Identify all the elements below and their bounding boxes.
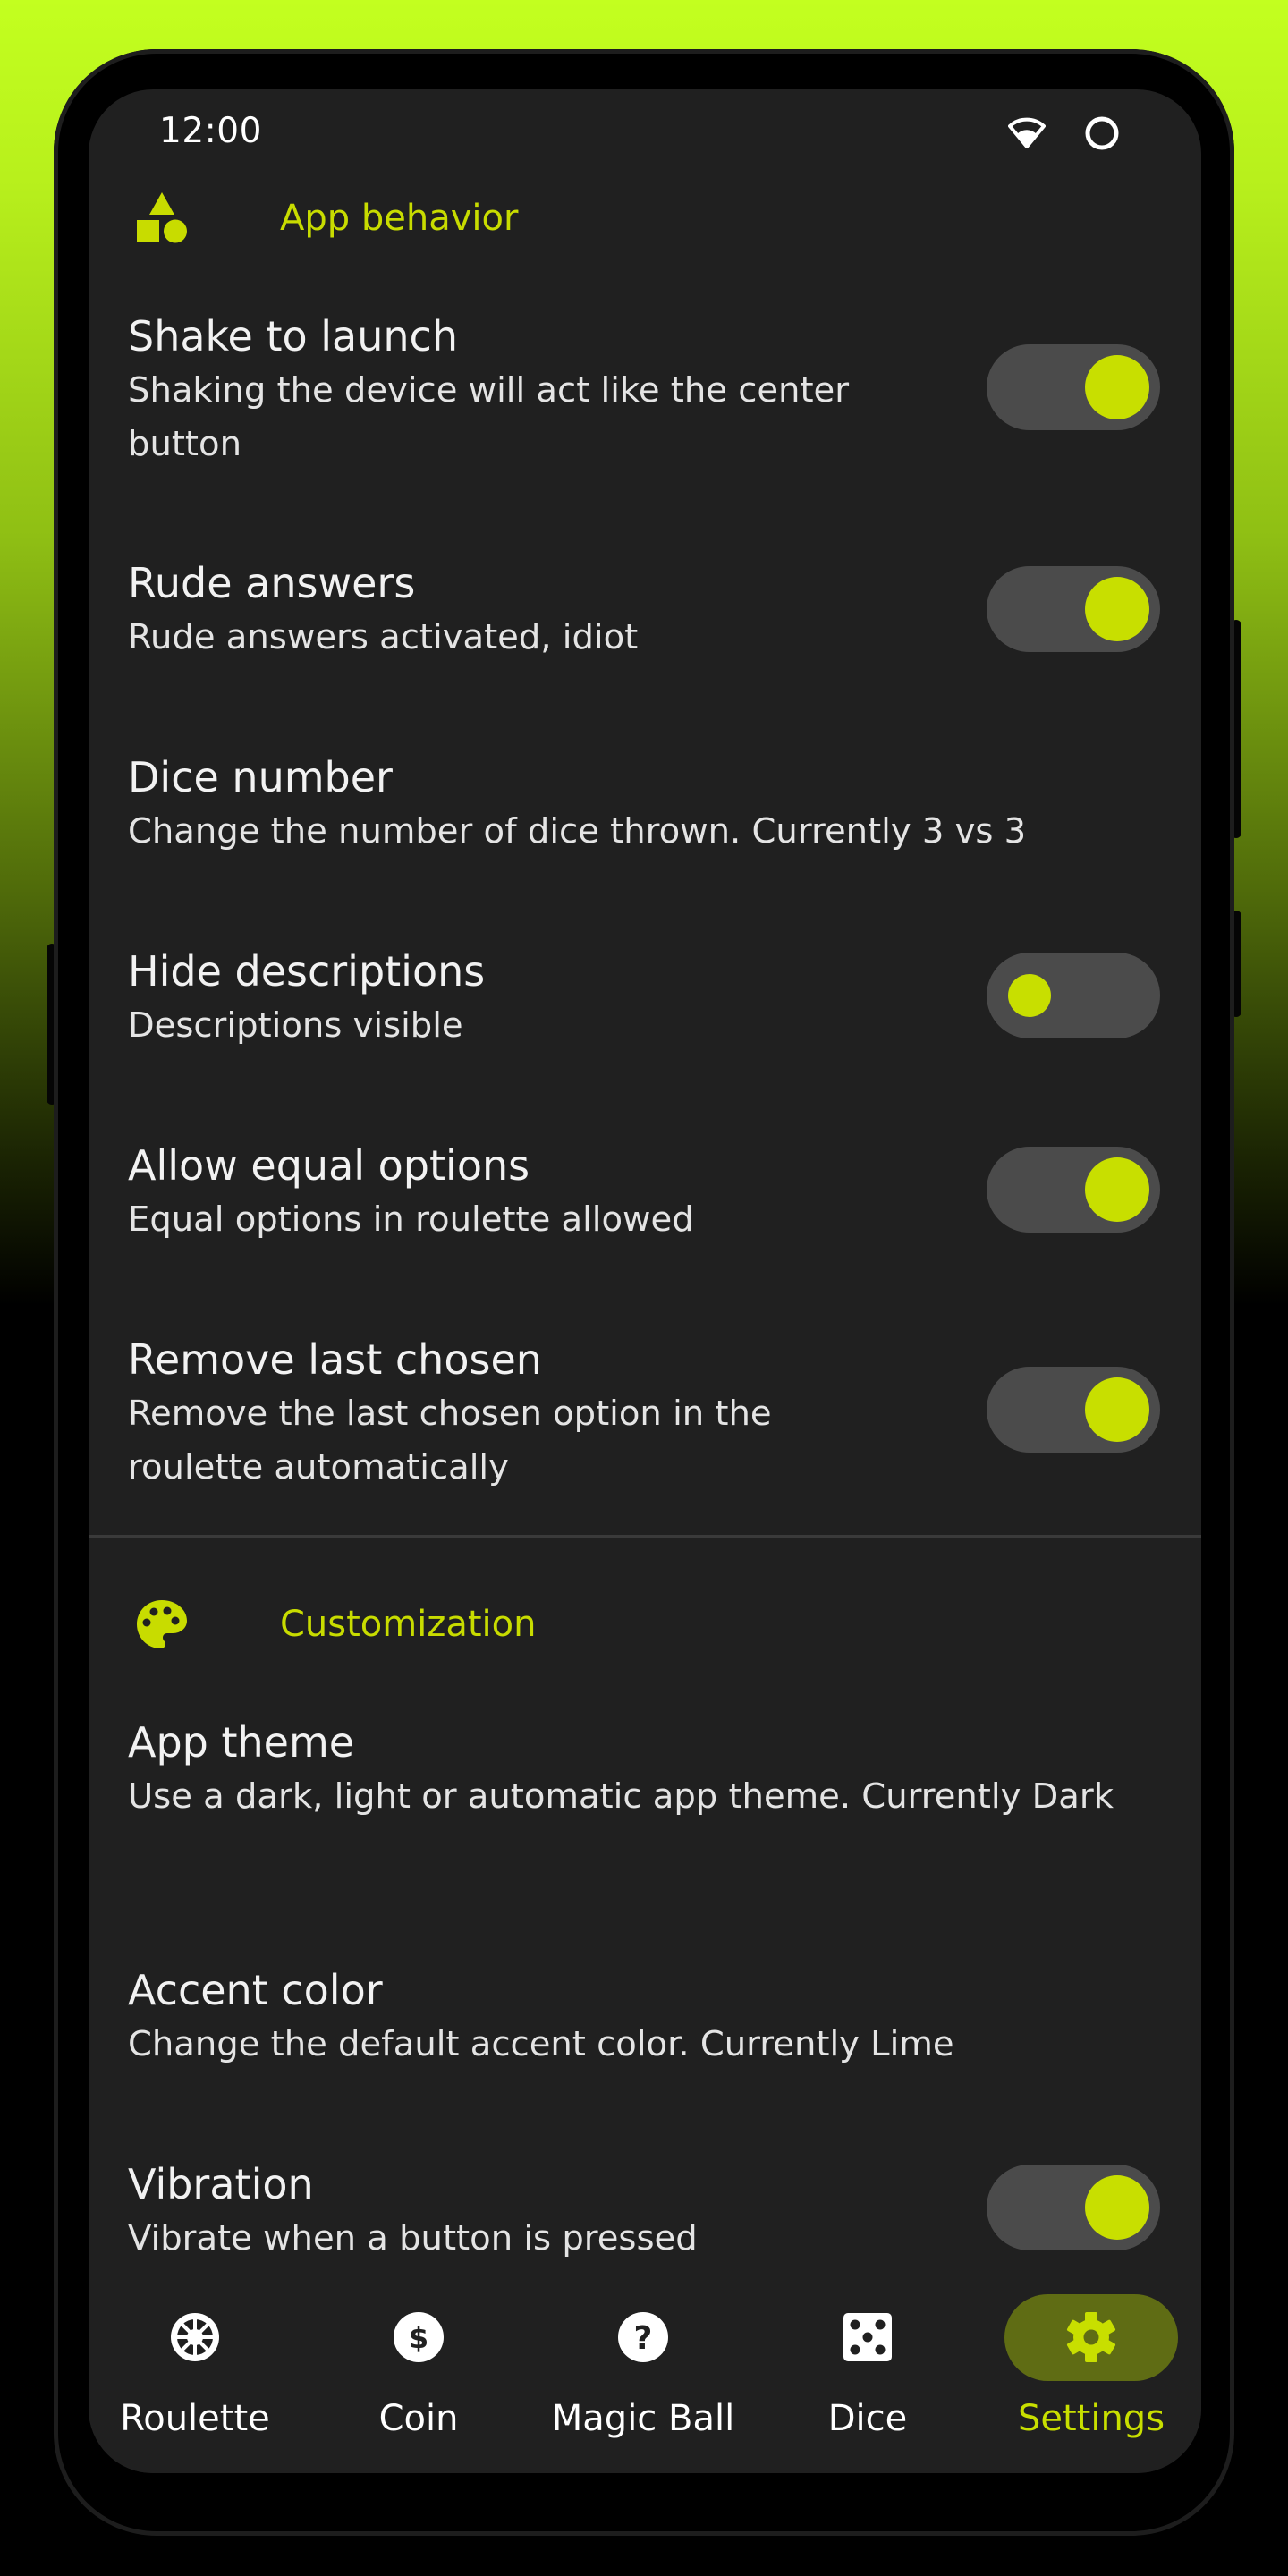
nav-label: Magic Ball	[551, 2398, 735, 2439]
nav-item-coin[interactable]: $ Coin	[307, 2281, 530, 2451]
dice-icon	[843, 2313, 892, 2361]
nav-item-magic-ball[interactable]: ? Magic Ball	[531, 2281, 755, 2451]
nav-label: Coin	[378, 2398, 459, 2439]
setting-subtitle: Remove the last chosen option in the rou…	[128, 1394, 772, 1487]
shapes-icon	[137, 192, 187, 243]
section-divider	[89, 1535, 1201, 1538]
setting-remove-last-chosen[interactable]: Remove last chosen Remove the last chose…	[89, 1318, 1201, 1533]
setting-title: Remove last chosen	[128, 1335, 542, 1384]
screen: 12:00 App behavior Shake to launch Shaki…	[89, 89, 1201, 2473]
setting-subtitle: Use a dark, light or automatic app theme…	[128, 1776, 1114, 1817]
gear-icon	[1066, 2312, 1116, 2362]
setting-dice-number[interactable]: Dice number Change the number of dice th…	[89, 736, 1201, 915]
palette-icon	[137, 1600, 187, 1648]
setting-hide-descriptions[interactable]: Hide descriptions Descriptions visible	[89, 930, 1201, 1109]
setting-accent-color[interactable]: Accent color Change the default accent c…	[89, 1949, 1201, 2128]
nav-label: Settings	[1017, 2398, 1165, 2439]
setting-subtitle: Rude answers activated, idiot	[128, 617, 639, 657]
toggle-thumb	[1085, 2175, 1149, 2240]
hide-descriptions-toggle[interactable]	[987, 953, 1160, 1038]
setting-rude-answers[interactable]: Rude answers Rude answers activated, idi…	[89, 542, 1201, 721]
toggle-thumb	[1085, 355, 1149, 419]
setting-subtitle: Vibrate when a button is pressed	[128, 2218, 698, 2258]
setting-subtitle: Descriptions visible	[128, 1005, 463, 1046]
nav-item-roulette[interactable]: Roulette	[89, 2281, 307, 2451]
toggle-thumb	[1085, 577, 1149, 641]
setting-title: Accent color	[128, 1966, 383, 2014]
question-circle-icon: ?	[618, 2312, 668, 2362]
wifi-icon	[1008, 117, 1046, 148]
toggle-thumb	[1008, 974, 1051, 1017]
setting-subtitle: Change the default accent color. Current…	[128, 2024, 954, 2064]
remove-last-chosen-toggle[interactable]	[987, 1367, 1160, 1453]
setting-title: App theme	[128, 1718, 355, 1767]
status-time: 12:00	[159, 111, 262, 151]
toggle-thumb	[1085, 1157, 1149, 1222]
nav-item-settings[interactable]: Settings	[979, 2281, 1201, 2451]
roulette-wheel-icon	[171, 2313, 219, 2361]
setting-title: Dice number	[128, 753, 393, 801]
setting-shake-to-launch[interactable]: Shake to launch Shaking the device will …	[89, 295, 1201, 528]
toggle-thumb	[1085, 1377, 1149, 1442]
vibration-toggle[interactable]	[987, 2165, 1160, 2250]
nav-label: Roulette	[120, 2398, 270, 2439]
setting-subtitle: Shaking the device will act like the cen…	[128, 370, 850, 464]
section-title-app-behavior: App behavior	[280, 198, 519, 239]
svg-text:?: ?	[634, 2320, 653, 2357]
setting-title: Allow equal options	[128, 1141, 530, 1190]
allow-equal-options-toggle[interactable]	[987, 1147, 1160, 1233]
setting-title: Vibration	[128, 2160, 314, 2208]
setting-subtitle: Equal options in roulette allowed	[128, 1199, 694, 1240]
setting-app-theme[interactable]: App theme Use a dark, light or automatic…	[89, 1701, 1201, 1934]
shake-to-launch-toggle[interactable]	[987, 344, 1160, 430]
nav-item-dice[interactable]: Dice	[756, 2281, 979, 2451]
battery-ring-icon	[1085, 116, 1119, 150]
rude-answers-toggle[interactable]	[987, 566, 1160, 652]
setting-title: Hide descriptions	[128, 947, 486, 996]
setting-title: Shake to launch	[128, 312, 458, 360]
coin-icon: $	[394, 2312, 444, 2362]
setting-title: Rude answers	[128, 559, 416, 607]
setting-subtitle: Change the number of dice thrown. Curren…	[128, 811, 1027, 852]
setting-allow-equal-options[interactable]: Allow equal options Equal options in rou…	[89, 1124, 1201, 1303]
svg-text:$: $	[409, 2321, 428, 2355]
section-title-customization: Customization	[280, 1604, 537, 1645]
nav-label: Dice	[827, 2398, 908, 2439]
